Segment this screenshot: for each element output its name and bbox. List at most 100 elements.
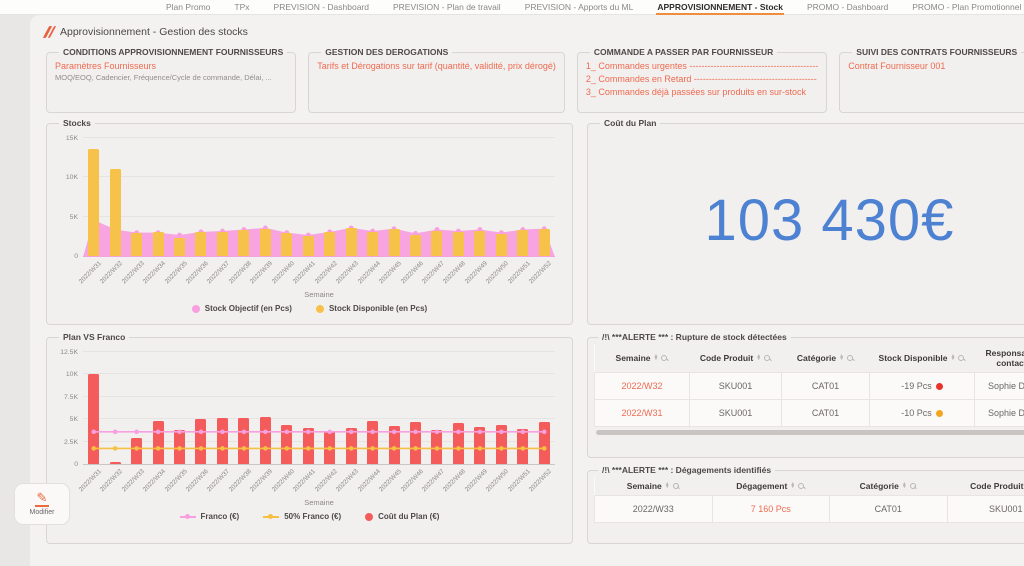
modifier-button[interactable]: ✎ Modifier <box>14 483 70 525</box>
bar-2022/W35[interactable] <box>174 237 186 256</box>
parametres-fournisseurs-link[interactable]: Paramètres Fournisseurs <box>55 60 287 73</box>
panel-conditions-subtext: MOQ/EOQ, Cadencier, Fréquence/Cycle de c… <box>55 73 272 82</box>
bar-2022/W45[interactable] <box>388 229 400 256</box>
bar-2022/W46[interactable] <box>410 234 422 256</box>
stocks-chart[interactable]: 0 5K 10K 15K 2022/W31 2022/W32 2022/W33 2022/W3… <box>55 135 564 313</box>
nav-tab-3[interactable]: PREVISION - Plan de travail <box>392 0 502 15</box>
search-icon[interactable] <box>672 482 680 490</box>
sort-icon[interactable]: ▲ ▼ <box>665 481 670 490</box>
search-icon[interactable] <box>764 354 771 362</box>
nav-tabs: Plan Promo TPx PREVISION - Dashboard PREVIS… <box>165 0 1024 15</box>
bar-2022/W33[interactable] <box>131 233 143 256</box>
column-header-label: Stock Disponible <box>878 353 948 363</box>
legend-item[interactable]: 50% Franco (€) <box>263 512 341 521</box>
content-area: Approvisionnement - Gestion des stocks C… <box>14 15 1024 566</box>
nav-tab-2[interactable]: PREVISION - Dashboard <box>273 0 370 15</box>
y-tick: 0 <box>74 253 78 260</box>
cell-link[interactable]: 7 160 Pcs <box>751 504 791 514</box>
stocks-chart-panel: Stocks 0 5K 10K 15K 2022/W31 2022/W32 2022/W33… <box>46 118 573 325</box>
commande-link-2[interactable]: 2_ Commandes en Retard -----------------… <box>586 73 818 86</box>
commandes-links: 1_ Commandes urgentes ------------------… <box>586 60 818 99</box>
bar-2022/W37[interactable] <box>216 231 228 256</box>
bar-2022/W40[interactable] <box>281 233 293 256</box>
bar-2022/W41[interactable] <box>302 235 314 256</box>
legend-item[interactable]: Stock Disponible (en Pcs) <box>315 304 427 313</box>
chart-legend: Franco (€) 50% Franco (€) Coût du Plan (€) <box>55 512 564 521</box>
cell-link[interactable]: 2022/W32 <box>621 381 662 391</box>
column-header[interactable]: Semaine ▲ ▼ <box>594 344 690 373</box>
panel-conditions-title: CONDITIONS APPROVISIONNEMENT FOURNISSEUR… <box>63 47 284 57</box>
nav-tab-4[interactable]: PREVISION - Apports du ML <box>524 0 635 15</box>
bar-2022/W42[interactable] <box>324 232 336 256</box>
sort-icon[interactable]: ▲ ▼ <box>951 353 956 362</box>
legend-label: Coût du Plan (€) <box>378 512 440 521</box>
left-column: Stocks 0 5K 10K 15K 2022/W31 2022/W32 2022/W33… <box>46 118 573 544</box>
y-tick: 0 <box>74 461 78 468</box>
bar-2022/W39[interactable] <box>259 229 271 256</box>
bar-2022/W34[interactable] <box>152 232 164 256</box>
legend-line-marker-icon <box>263 513 280 521</box>
column-header-label: Code Produit <box>699 353 754 363</box>
search-icon[interactable] <box>847 354 854 362</box>
search-icon[interactable] <box>661 354 668 362</box>
right-column: Coût du Plan 103 430€ /!\ ***ALERTE *** … <box>587 118 1024 544</box>
sort-icon[interactable]: ▲ ▼ <box>790 481 795 490</box>
bar-2022/W50[interactable] <box>495 233 507 256</box>
nav-tab-0[interactable]: Plan Promo <box>165 0 211 15</box>
nav-tab-1[interactable]: TPx <box>233 0 250 15</box>
column-header-label: Dégagement <box>736 481 788 491</box>
commande-link-3[interactable]: 3_ Commandes déjà passées sur produits e… <box>586 86 818 99</box>
column-header[interactable]: Dégagement ▲ ▼ <box>712 477 830 496</box>
legend-line-marker-icon <box>179 513 196 521</box>
nav-tab-5[interactable]: APPROVISIONNEMENT - Stock <box>656 0 784 15</box>
nav-tab-7[interactable]: PROMO - Plan Promotionnel <box>911 0 1022 15</box>
sort-icon[interactable]: ▲ ▼ <box>654 353 659 362</box>
bar-2022/W52[interactable] <box>538 229 550 256</box>
column-header[interactable]: Catégorie ▲ ▼ <box>781 344 870 373</box>
legend-item[interactable]: Franco (€) <box>179 512 239 521</box>
sort-icon[interactable]: ▲ ▼ <box>756 353 761 362</box>
table-row: 2022/W31 SKU001 CAT01 -10 Pcs Sophie DUPON <box>594 399 1024 427</box>
bar-2022/W51[interactable] <box>517 230 529 256</box>
alerte-rupture-title: /!\ ***ALERTE *** : Rupture de stock dét… <box>602 332 787 342</box>
contrat-fournisseur-link[interactable]: Contrat Fournisseur 001 <box>848 60 1021 73</box>
bar-2022/W32[interactable] <box>109 169 121 256</box>
nav-tab-6[interactable]: PROMO - Dashboard <box>806 0 889 15</box>
rupture-table-wrap: Semaine ▲ ▼ Code Produit ▲ ▼ Catégorie ▲ ▼ Stock … <box>594 344 1024 427</box>
cell-value: -10 Pcs <box>901 408 932 418</box>
legend-item[interactable]: Coût du Plan (€) <box>365 512 439 521</box>
chart-legend: Stock Objectif (en Pcs) Stock Disponible … <box>55 304 564 313</box>
plan-vs-franco-panel: Plan VS Franco 0 2.5K 5K 7.5K 10K 12.5K 2022/W… <box>46 332 573 544</box>
column-header-label: Semaine <box>626 481 662 491</box>
plan-vs-franco-chart[interactable]: 0 2.5K 5K 7.5K 10K 12.5K 2022/W31 2022/W32 2022/… <box>55 349 564 521</box>
x-axis-title: Semaine <box>304 290 334 299</box>
bar-2022/W31[interactable] <box>88 149 100 256</box>
bar-2022/W36[interactable] <box>195 232 207 256</box>
stocks-chart-title: Stocks <box>63 118 91 128</box>
main-grid: Stocks 0 5K 10K 15K 2022/W31 2022/W32 2022/W33… <box>46 118 1024 544</box>
bar-2022/W44[interactable] <box>367 232 379 256</box>
rupture-table-scrollbar[interactable] <box>596 430 1024 435</box>
bar-2022/W48[interactable] <box>452 232 464 256</box>
tarifs-derogations-link[interactable]: Tarifs et Dérogations sur tarif (quantit… <box>317 60 556 73</box>
bar-2022/W49[interactable] <box>474 230 486 256</box>
commande-link-1[interactable]: 1_ Commandes urgentes ------------------… <box>586 60 818 73</box>
search-icon[interactable] <box>909 482 917 490</box>
bar-2022/W43[interactable] <box>345 228 357 256</box>
sort-icon[interactable]: ▲ ▼ <box>839 353 844 362</box>
search-icon[interactable] <box>798 482 805 490</box>
bar-2022/W47[interactable] <box>431 230 443 256</box>
bar-2022/W38[interactable] <box>238 230 250 256</box>
panel-contrats: SUIVI DES CONTRATS FOURNISSEURS Contrat … <box>839 47 1024 113</box>
column-header[interactable]: Semaine ▲ ▼ <box>594 477 712 496</box>
search-icon[interactable] <box>958 354 965 362</box>
table-row: 2022/W32 SKU001 CAT01 -19 Pcs Sophie DUPON <box>594 372 1024 400</box>
sort-icon[interactable]: ▲ ▼ <box>902 481 907 490</box>
legend-item[interactable]: Stock Objectif (en Pcs) <box>191 304 292 313</box>
column-header[interactable]: Stock Disponible ▲ ▼ <box>869 344 975 373</box>
column-header[interactable]: Catégorie ▲ ▼ <box>829 477 947 496</box>
column-header[interactable]: Code Produit▲▼ <box>947 477 1024 496</box>
column-header[interactable]: Responsable à contacter▲▼ <box>974 344 1024 373</box>
cell-link[interactable]: 2022/W31 <box>621 408 662 418</box>
column-header[interactable]: Code Produit▲▼ <box>689 344 782 373</box>
